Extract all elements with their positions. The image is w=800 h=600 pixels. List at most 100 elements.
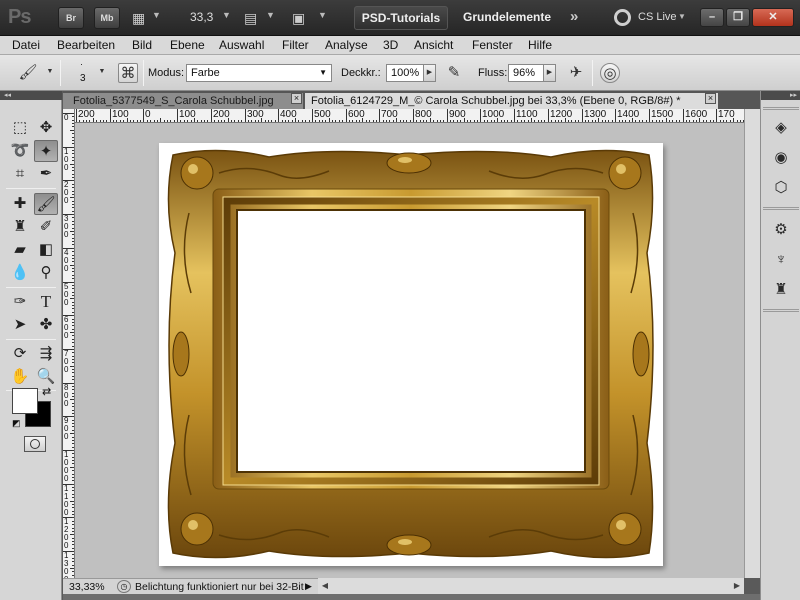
- ruler-label: 700: [381, 109, 398, 120]
- ruler-label: 300: [64, 214, 69, 239]
- brush-size-value[interactable]: 3: [80, 73, 86, 84]
- chevron-down-icon[interactable]: ▼: [266, 10, 275, 20]
- adjustments-panel-icon[interactable]: ⚙: [769, 219, 793, 241]
- menu-analyse[interactable]: Analyse: [325, 38, 368, 52]
- brush-tool-preset-icon[interactable]: 🖌: [18, 63, 38, 83]
- chevron-down-icon[interactable]: ▼: [678, 12, 686, 21]
- menu-auswahl[interactable]: Auswahl: [219, 38, 264, 52]
- crop-tool-icon[interactable]: ⌗: [8, 163, 32, 185]
- separator: [6, 188, 56, 189]
- layers-panel-icon[interactable]: ◈: [769, 117, 793, 139]
- brush-panel-icon[interactable]: ⌘: [118, 63, 138, 83]
- vertical-ruler: 0 100 200 300 400 500 600 700 800 900 1000 1100 1200…: [63, 109, 75, 578]
- default-colors-icon[interactable]: ◩: [12, 418, 21, 429]
- document-tab-bar: Fotolia_5377549_S_Carola Schubbel.jpg × …: [63, 91, 760, 109]
- custom-shape-tool-icon[interactable]: ✤: [34, 314, 58, 336]
- menu-datei[interactable]: Datei: [12, 38, 40, 52]
- move-tool-icon[interactable]: ✥: [34, 117, 58, 139]
- ruler-label: 400: [64, 248, 69, 273]
- opacity-input[interactable]: 100%: [386, 64, 424, 82]
- expand-panels-icon[interactable]: ▸▸: [761, 91, 800, 100]
- pen-tool-icon[interactable]: ✑: [8, 291, 32, 313]
- lasso-tool-icon[interactable]: ➰: [8, 140, 32, 162]
- eraser-tool-icon[interactable]: ▰: [8, 239, 32, 261]
- foreground-color-swatch[interactable]: [12, 388, 38, 414]
- document-canvas[interactable]: [159, 143, 663, 566]
- clone-source-panel-icon[interactable]: ♆: [769, 249, 793, 271]
- scroll-right-icon[interactable]: ▶: [730, 579, 744, 593]
- quick-mask-button[interactable]: [24, 436, 46, 452]
- flow-input[interactable]: 96%: [508, 64, 544, 82]
- pressure-opacity-icon[interactable]: ✎: [444, 63, 464, 83]
- minimize-button[interactable]: –: [700, 8, 724, 27]
- menu-ansicht[interactable]: Ansicht: [414, 38, 453, 52]
- marquee-tool-icon[interactable]: ⬚: [8, 117, 32, 139]
- flow-slider-arrow-icon[interactable]: ▶: [544, 64, 556, 82]
- cs-live-icon[interactable]: [614, 9, 631, 26]
- type-tool-icon[interactable]: T: [34, 291, 58, 313]
- channels-panel-icon[interactable]: ◉: [769, 147, 793, 169]
- zoom-level-value[interactable]: 33,3: [190, 10, 213, 24]
- 3d-rotate-tool-icon[interactable]: ⟳: [8, 343, 32, 365]
- gradient-tool-icon[interactable]: ◧: [34, 239, 58, 261]
- restore-button[interactable]: ❐: [726, 8, 750, 27]
- quick-selection-tool-icon[interactable]: ✦: [34, 140, 58, 162]
- arrange-documents-icon[interactable]: ▤: [244, 9, 257, 27]
- canvas-area[interactable]: [75, 123, 744, 578]
- clone-stamp-tool-icon[interactable]: ♜: [8, 216, 32, 238]
- path-selection-tool-icon[interactable]: ➤: [8, 314, 32, 336]
- psd-tutorials-workspace-button[interactable]: PSD-Tutorials: [354, 6, 448, 30]
- workspace-grundelemente-button[interactable]: Grundelemente: [463, 10, 551, 24]
- swap-colors-icon[interactable]: ⇄: [42, 385, 51, 398]
- status-info-icon[interactable]: ◷: [117, 580, 131, 593]
- hand-tool-icon[interactable]: ✋: [8, 366, 32, 388]
- menu-fenster[interactable]: Fenster: [472, 38, 513, 52]
- mini-bridge-button[interactable]: Mb: [94, 7, 120, 29]
- ruler-label: 0: [64, 113, 69, 122]
- close-tab-icon[interactable]: ×: [291, 93, 302, 104]
- ruler-label: 1300: [64, 551, 69, 579]
- blur-tool-icon[interactable]: 💧: [8, 262, 32, 284]
- separator: [763, 207, 799, 210]
- menu-hilfe[interactable]: Hilfe: [528, 38, 552, 52]
- screen-mode-icon[interactable]: ▣: [292, 9, 305, 27]
- cs-live-button[interactable]: CS Live: [638, 11, 677, 23]
- ruler-label: 1500: [651, 109, 674, 120]
- paths-panel-icon[interactable]: ⬡: [769, 177, 793, 199]
- menu-ebene[interactable]: Ebene: [170, 38, 205, 52]
- close-tab-icon[interactable]: ×: [705, 93, 716, 104]
- ruler-label: 500: [64, 282, 69, 307]
- extras-icon[interactable]: ▦: [132, 9, 145, 27]
- menu-bild[interactable]: Bild: [132, 38, 152, 52]
- chevron-down-icon[interactable]: ▼: [96, 64, 108, 82]
- chevron-down-icon[interactable]: ▼: [222, 10, 231, 20]
- chevron-down-icon[interactable]: ▼: [318, 10, 327, 20]
- tab-document-1[interactable]: Fotolia_5377549_S_Carola Schubbel.jpg: [63, 93, 303, 109]
- dodge-tool-icon[interactable]: ⚲: [34, 262, 58, 284]
- opacity-slider-arrow-icon[interactable]: ▶: [424, 64, 436, 82]
- mode-select[interactable]: Farbe ▼: [186, 64, 332, 82]
- menu-3d[interactable]: 3D: [383, 38, 398, 52]
- horizontal-scrollbar[interactable]: ◀ ▶: [318, 578, 744, 594]
- chevron-down-icon[interactable]: ▼: [152, 10, 161, 20]
- eyedropper-tool-icon[interactable]: ✒: [34, 163, 58, 185]
- scroll-left-icon[interactable]: ◀: [318, 579, 332, 593]
- bridge-button[interactable]: Br: [58, 7, 84, 29]
- tab-document-2[interactable]: Fotolia_6124729_M_© Carola Schubbel.jpg …: [305, 93, 718, 109]
- more-workspaces-icon[interactable]: »: [570, 8, 578, 25]
- pressure-size-icon[interactable]: ◎: [600, 63, 620, 83]
- close-window-button[interactable]: ✕: [752, 8, 794, 27]
- menu-filter[interactable]: Filter: [282, 38, 309, 52]
- menu-bearbeiten[interactable]: Bearbeiten: [57, 38, 115, 52]
- vertical-scrollbar[interactable]: [744, 109, 760, 578]
- chevron-down-icon[interactable]: ▼: [44, 64, 56, 82]
- tool-presets-panel-icon[interactable]: ♜: [769, 279, 793, 301]
- spot-healing-tool-icon[interactable]: ✚: [8, 193, 32, 215]
- 3d-camera-tool-icon[interactable]: ⇶: [34, 343, 58, 365]
- history-brush-tool-icon[interactable]: ✐: [34, 216, 58, 238]
- airbrush-icon[interactable]: ✈: [566, 63, 586, 83]
- status-menu-arrow-icon[interactable]: ▶: [305, 581, 312, 592]
- status-zoom-value[interactable]: 33,33%: [69, 581, 105, 593]
- brush-tool-icon[interactable]: 🖌: [34, 193, 58, 215]
- collapse-panel-icon[interactable]: ◂◂: [0, 91, 62, 100]
